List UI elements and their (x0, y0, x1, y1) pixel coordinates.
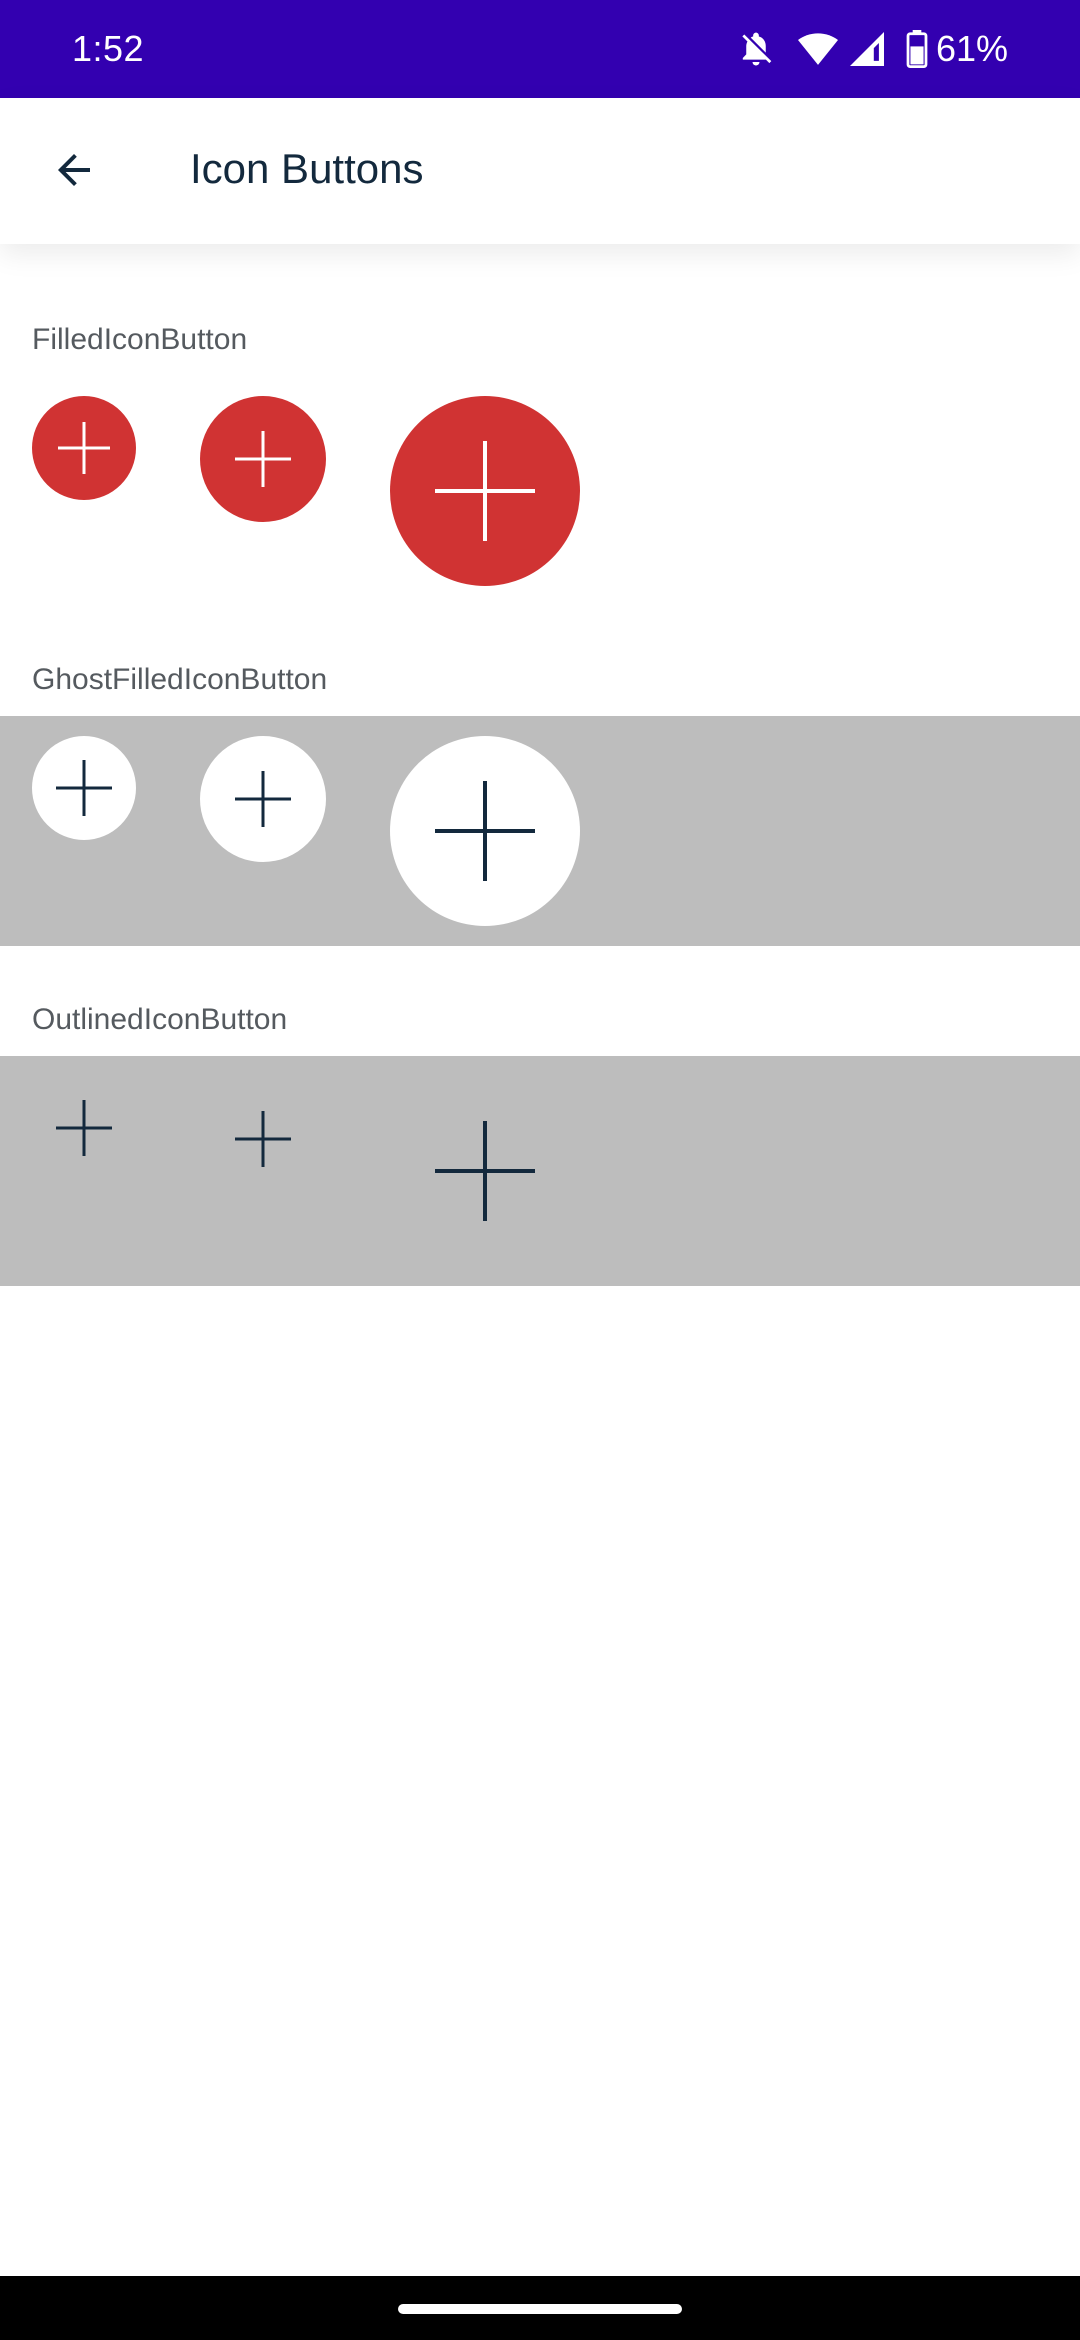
home-indicator[interactable] (398, 2304, 682, 2314)
filled-icon-button-row (0, 394, 1080, 590)
status-time: 1:52 (72, 28, 145, 69)
plus-icon (235, 771, 291, 827)
plus-icon (435, 781, 535, 881)
status-icons: 61% (738, 26, 1008, 72)
page-title: Icon Buttons (190, 145, 424, 192)
plus-icon (235, 1111, 291, 1167)
app-bar: Icon Buttons (0, 98, 1080, 244)
outlined-icon-button-row (0, 1056, 1080, 1286)
system-nav-bar (0, 2276, 1080, 2340)
ghost-filled-icon-button-medium[interactable] (200, 736, 326, 862)
outlined-icon-button-small[interactable] (32, 1076, 136, 1180)
outlined-icon-button-medium[interactable] (200, 1076, 326, 1202)
plus-icon (56, 760, 112, 816)
cellular-signal-icon (849, 32, 884, 66)
section-label-ghost-filled: GhostFilledIconButton (32, 663, 328, 696)
ghost-filled-icon-button-small[interactable] (32, 736, 136, 840)
section-label-outlined: OutlinedIconButton (32, 1003, 288, 1036)
section-label-filled: FilledIconButton (32, 323, 248, 356)
plus-icon (435, 1121, 535, 1221)
plus-icon (58, 422, 110, 474)
battery-icon (906, 30, 928, 68)
wifi-icon (797, 32, 838, 66)
plus-icon (435, 441, 535, 541)
ghost-filled-icon-button-large[interactable] (390, 736, 580, 926)
back-button[interactable] (32, 130, 116, 214)
outlined-icon-button-large[interactable] (390, 1076, 580, 1266)
status-bar: 1:52 61% (0, 0, 1080, 98)
screen: 1:52 61% Icon Buttons FilledIconButton G… (0, 0, 1080, 2340)
plus-icon (56, 1100, 112, 1156)
filled-icon-button-large[interactable] (390, 396, 580, 586)
filled-icon-button-small[interactable] (32, 396, 136, 500)
bell-off-icon (738, 29, 774, 69)
ghost-filled-icon-button-row (0, 716, 1080, 946)
filled-icon-button-medium[interactable] (200, 396, 326, 522)
arrow-back-icon (50, 146, 98, 199)
battery-percent: 61% (935, 28, 1008, 69)
plus-icon (235, 431, 291, 487)
